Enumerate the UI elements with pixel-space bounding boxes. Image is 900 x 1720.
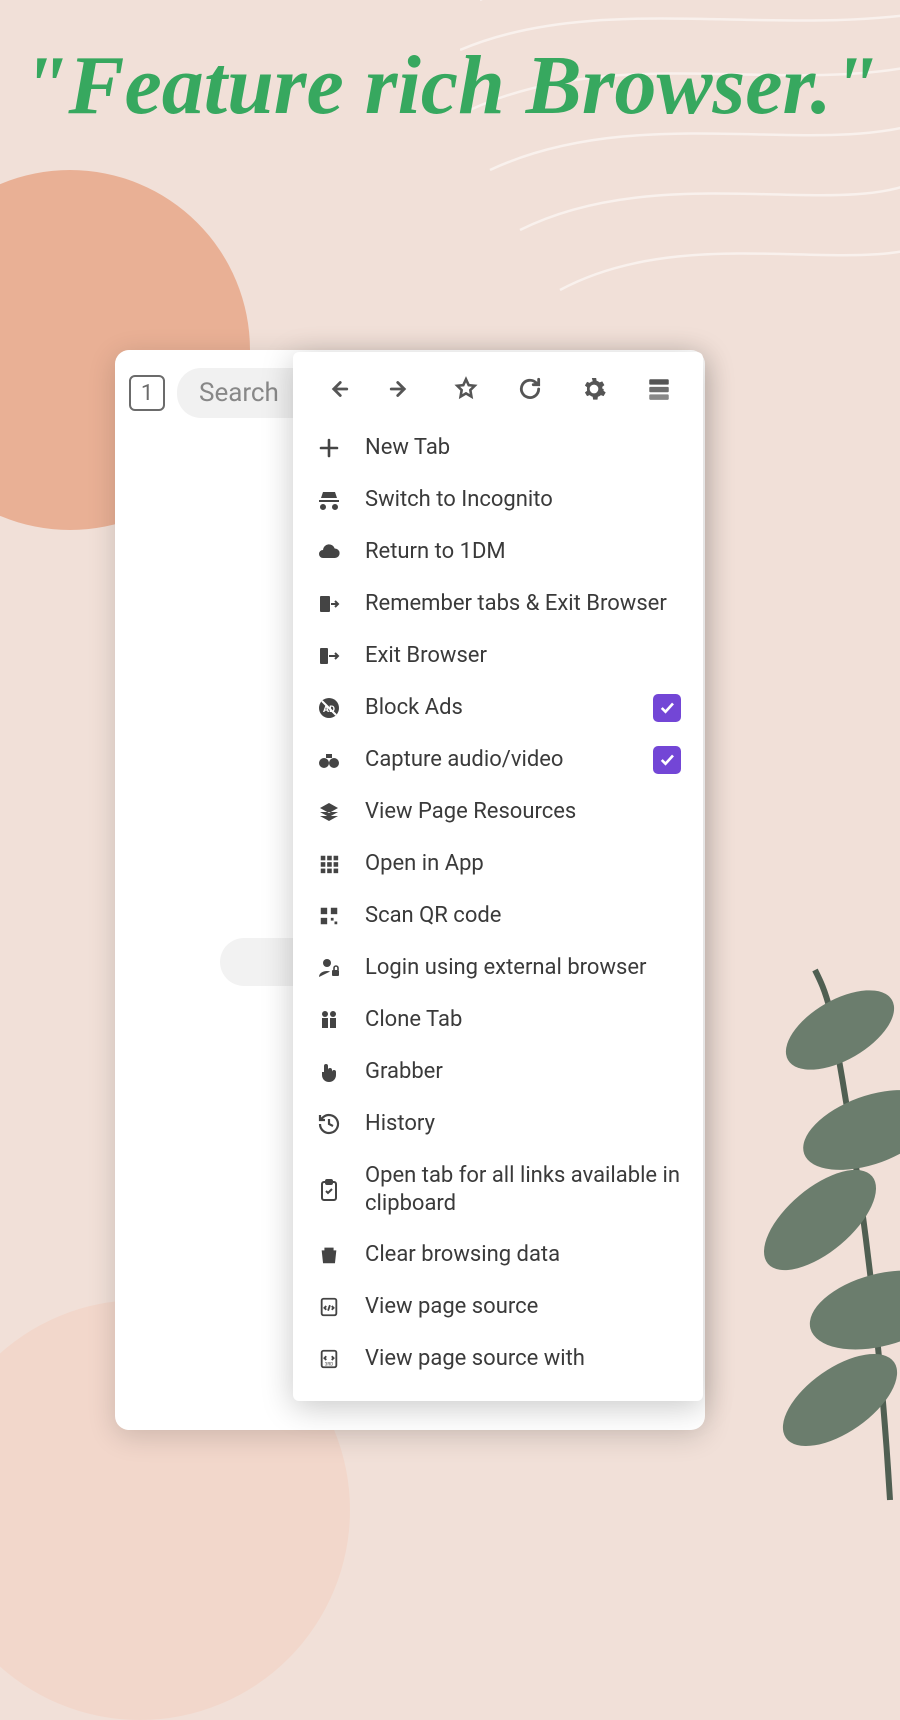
menu-item-label: Remember tabs & Exit Browser — [365, 590, 681, 618]
menu-top-icons — [293, 368, 703, 422]
server-icon — [646, 376, 672, 402]
arrow-right-icon — [388, 376, 414, 402]
gear-icon — [581, 376, 607, 402]
clipboard-check-icon — [315, 1176, 343, 1204]
menu-item-label: Exit Browser — [365, 642, 681, 670]
back-button[interactable] — [320, 372, 354, 406]
qr-icon — [315, 902, 343, 930]
menu-item-label: View Page Resources — [365, 798, 681, 826]
checkbox-checked-icon[interactable] — [653, 746, 681, 774]
menu-item-page-resources[interactable]: View Page Resources — [293, 786, 703, 838]
menu-item-return-1dm[interactable]: Return to 1DM — [293, 526, 703, 578]
menu-item-label: Open tab for all links available in clip… — [365, 1162, 681, 1217]
incognito-icon — [315, 486, 343, 514]
history-icon — [315, 1110, 343, 1138]
svg-text:3RD: 3RD — [325, 1361, 333, 1367]
ad-block-icon: AD — [315, 694, 343, 722]
refresh-icon — [517, 376, 543, 402]
tab-count-button[interactable]: 1 — [129, 375, 165, 411]
menu-item-label: Switch to Incognito — [365, 486, 681, 514]
apps-grid-icon — [315, 850, 343, 878]
user-lock-icon — [315, 954, 343, 982]
menu-item-label: Login using external browser — [365, 954, 681, 982]
checkbox-checked-icon[interactable] — [653, 694, 681, 722]
menu-item-scan-qr[interactable]: Scan QR code — [293, 890, 703, 942]
menu-item-incognito[interactable]: Switch to Incognito — [293, 474, 703, 526]
menu-item-block-ads[interactable]: AD Block Ads — [293, 682, 703, 734]
menu-item-view-source-with[interactable]: 3RD View page source with — [293, 1333, 703, 1385]
settings-button[interactable] — [577, 372, 611, 406]
bg-leaves — [690, 810, 900, 1510]
menu-item-label: Block Ads — [365, 694, 631, 722]
refresh-button[interactable] — [513, 372, 547, 406]
menu-item-exit[interactable]: Exit Browser — [293, 630, 703, 682]
trash-icon — [315, 1241, 343, 1269]
arrow-left-icon — [324, 376, 350, 402]
code-file-3rd-icon: 3RD — [315, 1345, 343, 1373]
menu-item-label: View page source — [365, 1293, 681, 1321]
cloud-download-icon — [315, 538, 343, 566]
menu-item-label: Return to 1DM — [365, 538, 681, 566]
menu-item-label: Grabber — [365, 1058, 681, 1086]
remember-exit-icon — [315, 590, 343, 618]
layers-icon — [315, 798, 343, 826]
menu-item-grabber[interactable]: Grabber — [293, 1046, 703, 1098]
clone-icon — [315, 1006, 343, 1034]
menu-item-clear-data[interactable]: Clear browsing data — [293, 1229, 703, 1281]
code-file-icon — [315, 1293, 343, 1321]
menu-item-view-source[interactable]: View page source — [293, 1281, 703, 1333]
menu-item-label: History — [365, 1110, 681, 1138]
menu-item-new-tab[interactable]: New Tab — [293, 422, 703, 474]
menu-item-clone-tab[interactable]: Clone Tab — [293, 994, 703, 1046]
headline: "Feature rich Browser." — [0, 0, 900, 130]
bookmark-button[interactable] — [449, 372, 483, 406]
menu-item-label: Capture audio/video — [365, 746, 631, 774]
menu-item-label: Clone Tab — [365, 1006, 681, 1034]
menu-item-capture-av[interactable]: Capture audio/video — [293, 734, 703, 786]
exit-icon — [315, 642, 343, 670]
menu-item-open-clipboard-links[interactable]: Open tab for all links available in clip… — [293, 1150, 703, 1229]
fist-icon — [315, 1058, 343, 1086]
menu-item-history[interactable]: History — [293, 1098, 703, 1150]
forward-button[interactable] — [384, 372, 418, 406]
menu-item-login-external[interactable]: Login using external browser — [293, 942, 703, 994]
server-button[interactable] — [642, 372, 676, 406]
star-icon — [453, 376, 479, 402]
menu-item-label: Clear browsing data — [365, 1241, 681, 1269]
overflow-menu: New Tab Switch to Incognito Return to 1D… — [293, 352, 703, 1401]
menu-item-label: Open in App — [365, 850, 681, 878]
binoculars-icon — [315, 746, 343, 774]
menu-item-open-in-app[interactable]: Open in App — [293, 838, 703, 890]
menu-item-label: Scan QR code — [365, 902, 681, 930]
menu-item-label: View page source with — [365, 1345, 681, 1373]
plus-icon — [315, 434, 343, 462]
menu-item-remember-exit[interactable]: Remember tabs & Exit Browser — [293, 578, 703, 630]
menu-item-label: New Tab — [365, 434, 681, 462]
